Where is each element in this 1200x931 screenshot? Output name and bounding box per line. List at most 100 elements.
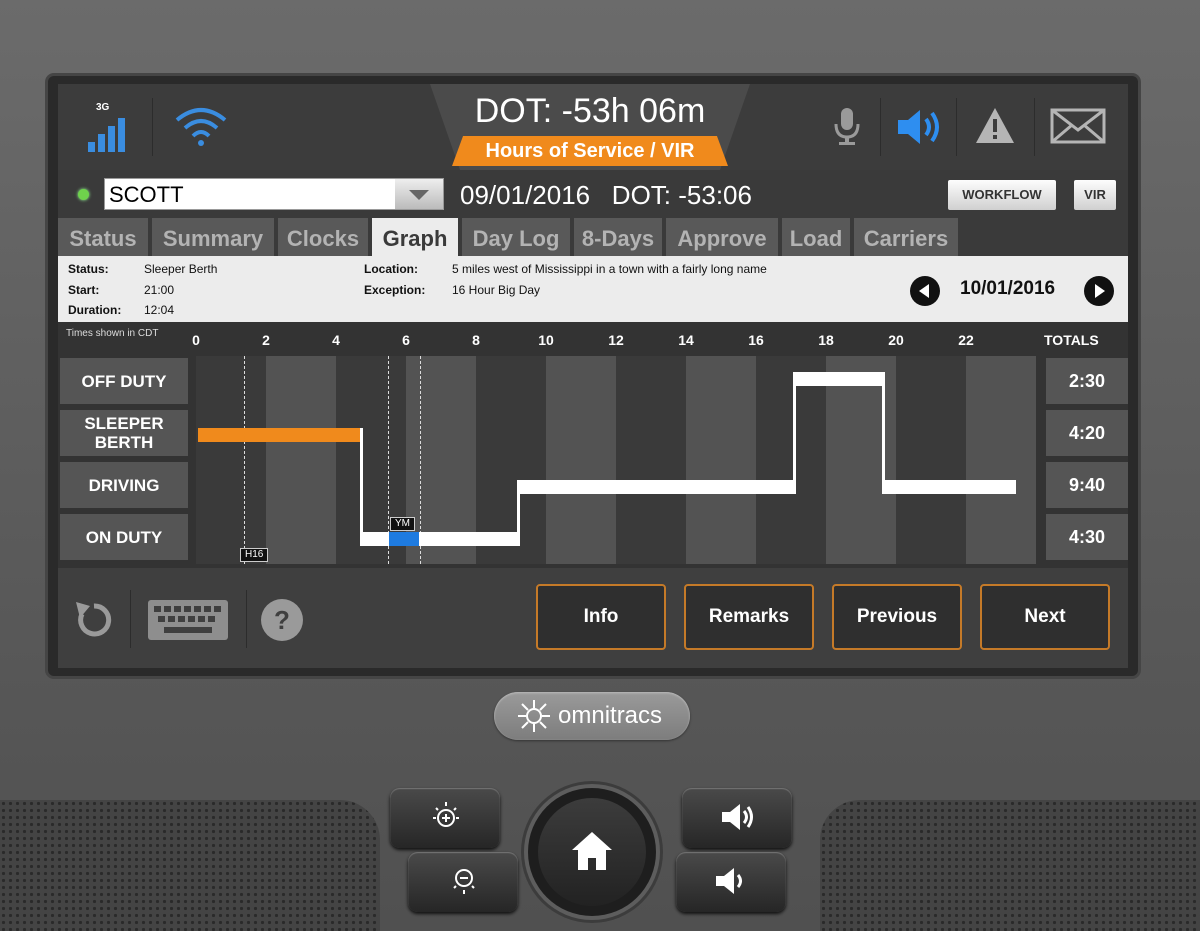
duty-status-graph: Times shown in CDT 0 2 4 6 8 10 12 14 16… bbox=[58, 322, 1128, 568]
status-transition bbox=[793, 372, 796, 494]
svg-text:?: ? bbox=[274, 605, 290, 635]
tab-summary[interactable]: Summary bbox=[152, 218, 274, 256]
volume-down-button[interactable] bbox=[676, 852, 786, 912]
hour-label: 0 bbox=[192, 332, 200, 348]
tab-clocks[interactable]: Clocks bbox=[278, 218, 368, 256]
driver-row: SCOTT 09/01/2016 DOT: -53:06 WORKFLOW VI… bbox=[58, 172, 1128, 216]
bottom-action-bar: ? Info Remarks Previous Next bbox=[58, 568, 1128, 668]
row-label-on-duty: ON DUTY bbox=[60, 514, 188, 560]
location-key: Location: bbox=[364, 262, 418, 276]
status-bar: 3G DOT: -53h 06m Hours of Service / VIR bbox=[58, 84, 1128, 170]
dot-clock: DOT: -53h 06m bbox=[474, 92, 706, 130]
home-button[interactable] bbox=[528, 788, 656, 916]
h16-tag: H16 bbox=[240, 548, 269, 562]
chevron-down-icon[interactable] bbox=[395, 179, 443, 209]
previous-button[interactable]: Previous bbox=[832, 584, 962, 650]
status-transition bbox=[360, 428, 363, 536]
tab-load[interactable]: Load bbox=[782, 218, 850, 256]
app-subtitle-banner[interactable]: Hours of Service / VIR bbox=[452, 136, 728, 166]
start-key: Start: bbox=[68, 283, 100, 297]
tab-approve[interactable]: Approve bbox=[666, 218, 778, 256]
hour-label: 8 bbox=[472, 332, 480, 348]
tab-graph[interactable]: Graph bbox=[372, 218, 458, 256]
sleeper-berth-segment bbox=[198, 428, 362, 442]
brightness-down-icon bbox=[453, 869, 475, 894]
remarks-button[interactable]: Remarks bbox=[684, 584, 814, 650]
volume-down-icon bbox=[716, 868, 742, 894]
hour-label: 18 bbox=[818, 332, 834, 348]
hour-label: 6 bbox=[402, 332, 410, 348]
total-sleeper-berth: 4:20 bbox=[1046, 410, 1128, 456]
row-label-off-duty: OFF DUTY bbox=[60, 358, 188, 404]
status-transition bbox=[882, 372, 885, 494]
speaker-grille-right bbox=[820, 800, 1200, 931]
brightness-up-icon bbox=[433, 802, 459, 827]
next-button[interactable]: Next bbox=[980, 584, 1110, 650]
help-icon[interactable]: ? bbox=[260, 598, 304, 642]
next-date-button[interactable] bbox=[1084, 276, 1114, 306]
exception-key: Exception: bbox=[364, 283, 426, 297]
exception-value: 16 Hour Big Day bbox=[452, 283, 541, 297]
status-key: Status: bbox=[68, 262, 109, 276]
refresh-icon[interactable] bbox=[72, 598, 116, 642]
h16-marker-line bbox=[244, 356, 245, 564]
mail-icon[interactable] bbox=[1050, 108, 1106, 144]
signal-label: 3G bbox=[96, 102, 110, 113]
logo-text: omnitracs bbox=[558, 702, 663, 729]
omnitracs-logo-icon bbox=[518, 700, 550, 732]
hour-label: 10 bbox=[538, 332, 554, 348]
tab-day-log[interactable]: Day Log bbox=[462, 218, 570, 256]
tab-carriers[interactable]: Carriers bbox=[854, 218, 958, 256]
location-value: 5 miles west of Mississippi in a town wi… bbox=[452, 262, 767, 276]
microphone-icon[interactable] bbox=[832, 106, 862, 146]
duration-value: 12:04 bbox=[144, 303, 175, 317]
keyboard-icon[interactable] bbox=[146, 598, 230, 642]
omnitracs-logo: omnitracs bbox=[494, 692, 690, 740]
driving-segment bbox=[518, 480, 796, 494]
volume-up-button[interactable] bbox=[682, 788, 792, 848]
speaker-grille-left bbox=[0, 800, 380, 931]
total-off-duty: 2:30 bbox=[1046, 358, 1128, 404]
device-body: 3G DOT: -53h 06m Hours of Service / VIR bbox=[0, 0, 1200, 931]
hour-label: 16 bbox=[748, 332, 764, 348]
hour-label: 4 bbox=[332, 332, 340, 348]
hour-label: 22 bbox=[958, 332, 974, 348]
yard-move-segment bbox=[389, 532, 419, 546]
timezone-note: Times shown in CDT bbox=[66, 328, 159, 339]
event-info-panel: Status: Sleeper Berth Start: 21:00 Durat… bbox=[58, 256, 1128, 322]
warning-icon[interactable] bbox=[974, 106, 1016, 146]
driver-name: SCOTT bbox=[109, 182, 184, 207]
start-value: 21:00 bbox=[144, 283, 175, 297]
driving-segment bbox=[882, 480, 1016, 494]
graph-plot-area: H16 YM bbox=[196, 356, 1036, 564]
driver-select[interactable]: SCOTT bbox=[104, 178, 444, 210]
hour-label: 14 bbox=[678, 332, 694, 348]
duration-key: Duration: bbox=[68, 303, 122, 317]
status-value: Sleeper Berth bbox=[144, 262, 218, 276]
hour-label: 20 bbox=[888, 332, 904, 348]
off-duty-segment bbox=[794, 372, 884, 386]
screen: 3G DOT: -53h 06m Hours of Service / VIR bbox=[58, 84, 1128, 668]
brightness-down-button[interactable] bbox=[408, 852, 518, 912]
hour-label: 12 bbox=[608, 332, 624, 348]
nav-date: 10/01/2016 bbox=[960, 278, 1056, 299]
row-label-sleeper-berth: SLEEPER BERTH bbox=[60, 410, 188, 456]
on-duty-segment bbox=[360, 532, 520, 546]
driver-status-indicator bbox=[78, 189, 89, 200]
row-label-driving: DRIVING bbox=[60, 462, 188, 508]
tab-8-days[interactable]: 8-Days bbox=[574, 218, 662, 256]
total-driving: 9:40 bbox=[1046, 462, 1128, 508]
tab-status[interactable]: Status bbox=[58, 218, 148, 256]
vir-button[interactable]: VIR bbox=[1074, 180, 1116, 210]
signal-icon: 3G bbox=[88, 102, 148, 152]
wifi-icon bbox=[175, 108, 227, 146]
volume-up-icon bbox=[722, 804, 753, 830]
total-on-duty: 4:30 bbox=[1046, 514, 1128, 560]
tab-bar: Status Summary Clocks Graph Day Log 8-Da… bbox=[58, 218, 1128, 256]
speaker-volume-icon[interactable] bbox=[896, 108, 944, 146]
info-button[interactable]: Info bbox=[536, 584, 666, 650]
brightness-up-button[interactable] bbox=[390, 788, 500, 848]
previous-date-button[interactable] bbox=[910, 276, 940, 306]
workflow-button[interactable]: WORKFLOW bbox=[948, 180, 1056, 210]
totals-header: TOTALS bbox=[1044, 332, 1099, 348]
